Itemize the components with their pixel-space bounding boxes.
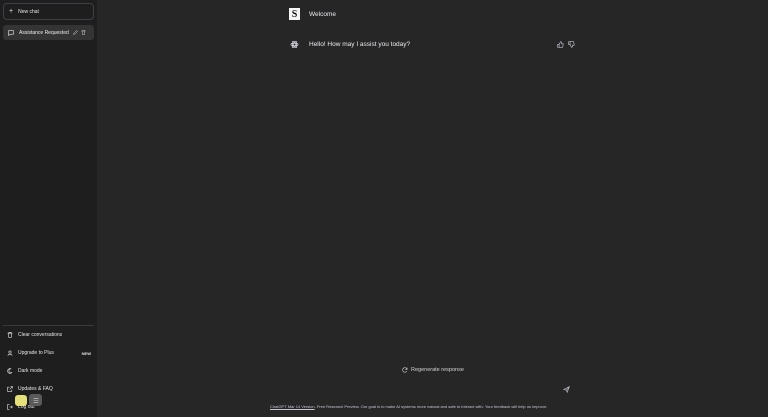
new-chat-label: New chat — [18, 8, 39, 15]
sidebar: + New chat Assistance Requested Clear co… — [0, 0, 97, 417]
user-message: S Welcome — [289, 8, 336, 20]
chat-bubble-icon — [8, 29, 14, 36]
feedback-buttons — [557, 41, 575, 48]
thumbs-up-icon[interactable] — [557, 41, 564, 48]
new-badge: NEW — [81, 350, 91, 356]
thumbs-down-icon[interactable] — [568, 41, 575, 48]
regenerate-button[interactable]: Regenerate response — [402, 367, 464, 373]
conversation-item[interactable]: Assistance Requested — [3, 25, 94, 40]
assistant-message-text: Hello! How may I assist you today? — [309, 41, 411, 48]
new-chat-button[interactable]: + New chat — [3, 3, 94, 20]
sidebar-divider — [3, 325, 94, 326]
user-icon — [7, 350, 13, 356]
moon-icon — [7, 368, 13, 374]
clear-conversations-button[interactable]: Clear conversations — [7, 330, 91, 340]
footer-text: . Free Research Preview. Our goal is to … — [314, 404, 548, 409]
logout-icon — [7, 404, 13, 410]
avatar: S — [289, 8, 300, 20]
updates-label: Updates & FAQ — [18, 386, 53, 392]
dark-mode-button[interactable]: Dark mode — [7, 366, 91, 376]
clear-conversations-label: Clear conversations — [18, 332, 63, 338]
updates-faq-link[interactable]: Updates & FAQ — [7, 384, 91, 394]
pencil-icon[interactable] — [72, 30, 78, 35]
menu-icon — [33, 397, 39, 403]
external-link-icon — [7, 386, 13, 392]
trash-icon — [7, 332, 13, 338]
refresh-icon — [402, 367, 408, 373]
conversation-label: Assistance Requested — [19, 29, 69, 36]
highlight-button[interactable] — [15, 395, 27, 406]
upgrade-to-plus-button[interactable]: Upgrade to Plus NEW — [7, 348, 91, 358]
menu-button[interactable] — [29, 394, 42, 406]
chat-input[interactable] — [290, 383, 576, 397]
trash-icon[interactable] — [81, 30, 86, 35]
user-message-text: Welcome — [309, 10, 336, 18]
send-icon[interactable] — [563, 386, 570, 393]
upgrade-label: Upgrade to Plus — [18, 350, 54, 356]
dark-mode-label: Dark mode — [18, 368, 43, 374]
version-link[interactable]: ChatGPT Mar 14 Version — [270, 404, 315, 409]
regenerate-label: Regenerate response — [411, 367, 464, 373]
assistant-message: Hello! How may I assist you today? — [290, 40, 410, 49]
openai-logo-icon — [290, 40, 299, 49]
footer-disclaimer: ChatGPT Mar 14 Version. Free Research Pr… — [270, 404, 547, 409]
plus-icon: + — [9, 8, 14, 15]
